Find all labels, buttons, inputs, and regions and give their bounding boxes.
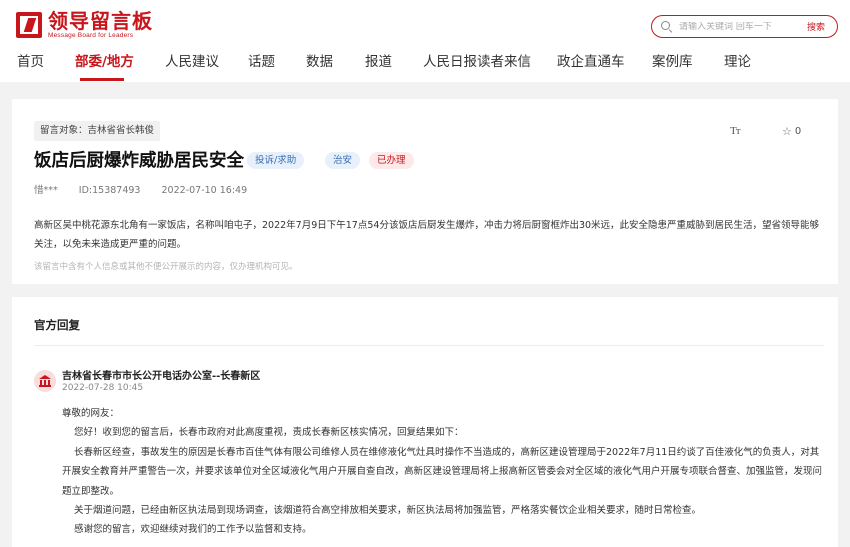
message-target: 留言对象：吉林省省长韩俊 xyxy=(34,121,161,141)
logo-title: 领导留言板 xyxy=(48,9,153,33)
message-title: 饭店后厨爆炸威胁居民安全 xyxy=(34,151,244,171)
type-badge: 投诉/求助 xyxy=(247,152,305,169)
search-box: 搜索 xyxy=(651,15,838,38)
reply-paragraph: 关于烟道问题，已经由新区执法局到现场调查，该烟道符合高空排放相关要求，新区执法局… xyxy=(74,505,702,517)
reply-org-name: 吉林省长春市市长公开电话办公室--长春新区 xyxy=(62,371,261,382)
favorite-count: 0 xyxy=(794,126,802,137)
reply-paragraph: 您好！收到您的留言后，长春市政府对此高度重视，责成长春新区核实情况，回复结果如下… xyxy=(74,427,464,439)
logo-mark-icon xyxy=(16,12,42,38)
logo-subtitle: Message Board for Leaders xyxy=(48,32,134,39)
reply-paragraph: 感谢您的留言，欢迎继续对我们的工作予以监督和支持。 xyxy=(74,524,312,536)
search-button[interactable]: 搜索 xyxy=(807,20,825,33)
nav-item-reports[interactable]: 报道 xyxy=(365,52,392,72)
divider xyxy=(34,345,824,346)
reply-heading: 官方回复 xyxy=(34,318,80,332)
reply-greeting: 尊敬的网友： xyxy=(62,408,120,419)
favorite-button[interactable]: ☆ 0 xyxy=(782,125,801,138)
search-input[interactable] xyxy=(679,21,797,32)
site-header: 领导留言板 Message Board for Leaders 搜索 首页 部委… xyxy=(0,0,850,82)
reply-card: 官方回复 吉林省长春市市长公开电话办公室--长春新区 2022-07-28 10… xyxy=(12,297,838,547)
nav-item-ministries[interactable]: 部委/地方 xyxy=(75,52,134,72)
nav-item-readers-letters[interactable]: 人民日报读者来信 xyxy=(423,52,531,72)
nav-item-home[interactable]: 首页 xyxy=(17,52,44,72)
site-logo[interactable]: 领导留言板 Message Board for Leaders xyxy=(16,10,153,40)
nav-active-indicator xyxy=(80,78,124,81)
message-card: 留言对象：吉林省省长韩俊 Tт ☆ 0 饭店后厨爆炸威胁居民安全 投诉/求助 治… xyxy=(12,99,838,284)
status-badge: 已办理 xyxy=(369,152,414,169)
nav-item-suggestions[interactable]: 人民建议 xyxy=(165,52,219,72)
government-building-icon xyxy=(34,370,56,392)
reply-date: 2022-07-28 10:45 xyxy=(62,383,144,393)
nav-item-data[interactable]: 数据 xyxy=(306,52,333,72)
nav-item-gov-business[interactable]: 政企直通车 xyxy=(557,52,625,72)
nav-item-theory[interactable]: 理论 xyxy=(724,52,751,72)
search-icon xyxy=(661,20,673,33)
message-id: ID:15387493 xyxy=(78,185,141,196)
author-name: 惜*** xyxy=(34,185,58,196)
reply-body: 尊敬的网友： 您好！收到您的留言后，长春市政府对此高度重视，责成长春新区核实情况… xyxy=(62,404,824,540)
message-datetime: 2022-07-10 16:49 xyxy=(161,185,248,196)
nav-item-topics[interactable]: 话题 xyxy=(248,52,275,72)
reply-paragraph: 长春新区经查，事故发生的原因是长春市百佳气体有限公司维修人员在维修液化气灶具时操… xyxy=(62,446,823,497)
star-icon: ☆ xyxy=(782,125,792,138)
privacy-note: 该留言中含有个人信息或其他不便公开展示的内容，仅办理机构可见。 xyxy=(34,262,298,272)
font-size-icon[interactable]: Tт xyxy=(730,125,740,137)
message-meta: 惜*** ID:15387493 2022-07-10 16:49 xyxy=(34,182,265,196)
message-content: 高新区吴中桃花源东北角有一家饭店，名称叫咱屯子，2022年7月9日下午17点54… xyxy=(34,220,820,250)
field-badge: 治安 xyxy=(325,152,361,169)
nav-item-case-library[interactable]: 案例库 xyxy=(652,52,693,72)
